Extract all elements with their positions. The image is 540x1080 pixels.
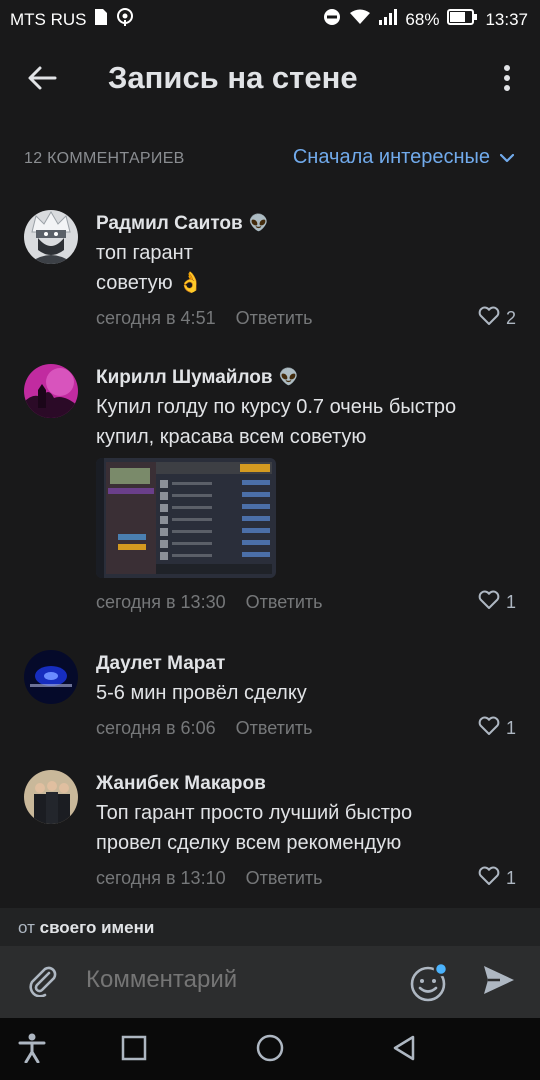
attach-button[interactable] <box>22 962 62 1002</box>
battery-percent: 68% <box>405 9 440 29</box>
post-as-selector[interactable]: от своего имени <box>0 908 540 946</box>
do-not-disturb-icon <box>323 8 341 31</box>
comment-text-line: купил, красава всем советую <box>96 426 367 448</box>
comment-author[interactable]: Радмил Саитов <box>96 210 243 238</box>
heart-icon <box>478 306 500 331</box>
comment-text-line: 5-6 мин провёл сделку <box>96 682 307 704</box>
paperclip-icon <box>25 963 59 1002</box>
avatar[interactable] <box>24 650 78 704</box>
comment-time: сегодня в 13:10 <box>96 867 226 888</box>
comment-input[interactable] <box>86 966 386 994</box>
comment-text-line: топ гарант <box>96 242 193 264</box>
reply-button[interactable]: Ответить <box>246 592 323 613</box>
comment-time: сегодня в 6:06 <box>96 717 216 738</box>
sim-card-icon <box>94 9 107 30</box>
comment-text-line: советую 👌 <box>96 272 204 294</box>
heart-icon <box>478 716 500 741</box>
recent-apps-button[interactable] <box>116 1032 152 1068</box>
comments-count: 12 КОММЕНТАРИЕВ <box>24 150 185 167</box>
circle-icon <box>256 1034 284 1067</box>
heart-icon <box>478 590 500 615</box>
back-nav-button[interactable] <box>386 1032 422 1068</box>
comment-time: сегодня в 13:30 <box>96 591 226 612</box>
reply-button[interactable]: Ответить <box>246 868 323 889</box>
more-vertical-icon <box>503 64 511 96</box>
comments-header: 12 КОММЕНТАРИЕВ Сначала интересные <box>0 140 540 180</box>
smile-icon <box>408 961 452 1008</box>
page-title: Запись на стене <box>108 60 358 95</box>
signal-icon <box>379 9 398 30</box>
accessibility-icon <box>18 1033 46 1068</box>
like-button[interactable]: 1 <box>478 862 516 894</box>
back-button[interactable] <box>20 58 64 102</box>
avatar[interactable] <box>24 210 78 264</box>
like-count: 1 <box>505 717 516 738</box>
square-icon <box>121 1035 147 1066</box>
send-icon <box>482 964 516 1001</box>
comment-text-line: Топ гарант просто лучший быстро <box>96 802 413 824</box>
comment-text-line: Купил голду по курсу 0.7 очень быстро <box>96 396 457 418</box>
comment-author[interactable]: Кирилл Шумайлов <box>96 364 273 392</box>
hotspot-icon <box>115 8 135 31</box>
reply-button[interactable]: Ответить <box>236 718 313 739</box>
avatar[interactable] <box>24 770 78 824</box>
post-as-name: своего имени <box>39 918 155 937</box>
like-count: 1 <box>505 867 516 888</box>
comment-time: сегодня в 4:51 <box>96 307 216 328</box>
like-button[interactable]: 1 <box>478 586 516 618</box>
attached-screenshot[interactable] <box>96 458 276 578</box>
sort-dropdown[interactable]: Сначала интересные <box>292 146 515 169</box>
comment-text-line: провел сделку всем рекомендую <box>96 832 402 854</box>
sort-label: Сначала интересные <box>292 146 490 168</box>
accessibility-button[interactable] <box>14 1032 50 1068</box>
arrow-left-icon <box>27 65 57 96</box>
like-button[interactable]: 2 <box>478 302 516 334</box>
carrier-label: MTS RUS <box>10 9 87 29</box>
wifi-icon <box>349 9 371 30</box>
post-as-prefix: от <box>18 918 35 937</box>
alien-badge-icon: 👽 <box>248 215 269 232</box>
comment-author[interactable]: Жанибек Макаров <box>96 770 266 798</box>
alien-badge-icon: 👽 <box>278 369 299 386</box>
emoji-button[interactable] <box>408 960 452 1004</box>
clock: 13:37 <box>485 9 528 29</box>
chevron-down-icon <box>499 146 515 169</box>
app-header: Запись на стене <box>0 36 540 126</box>
comment-composer <box>0 946 540 1018</box>
battery-icon <box>447 9 478 30</box>
system-nav-bar <box>0 1018 540 1080</box>
like-count: 1 <box>505 591 516 612</box>
heart-icon <box>478 866 500 891</box>
comment-author[interactable]: Даулет Марат <box>96 650 225 678</box>
status-bar: MTS RUS 68% 13:37 <box>0 0 540 36</box>
home-button[interactable] <box>252 1032 288 1068</box>
avatar[interactable] <box>24 364 78 418</box>
like-count: 2 <box>505 307 516 328</box>
more-options-button[interactable] <box>494 58 520 102</box>
send-button[interactable] <box>478 962 520 1002</box>
triangle-back-icon <box>391 1034 417 1067</box>
like-button[interactable]: 1 <box>478 712 516 744</box>
reply-button[interactable]: Ответить <box>236 308 313 329</box>
